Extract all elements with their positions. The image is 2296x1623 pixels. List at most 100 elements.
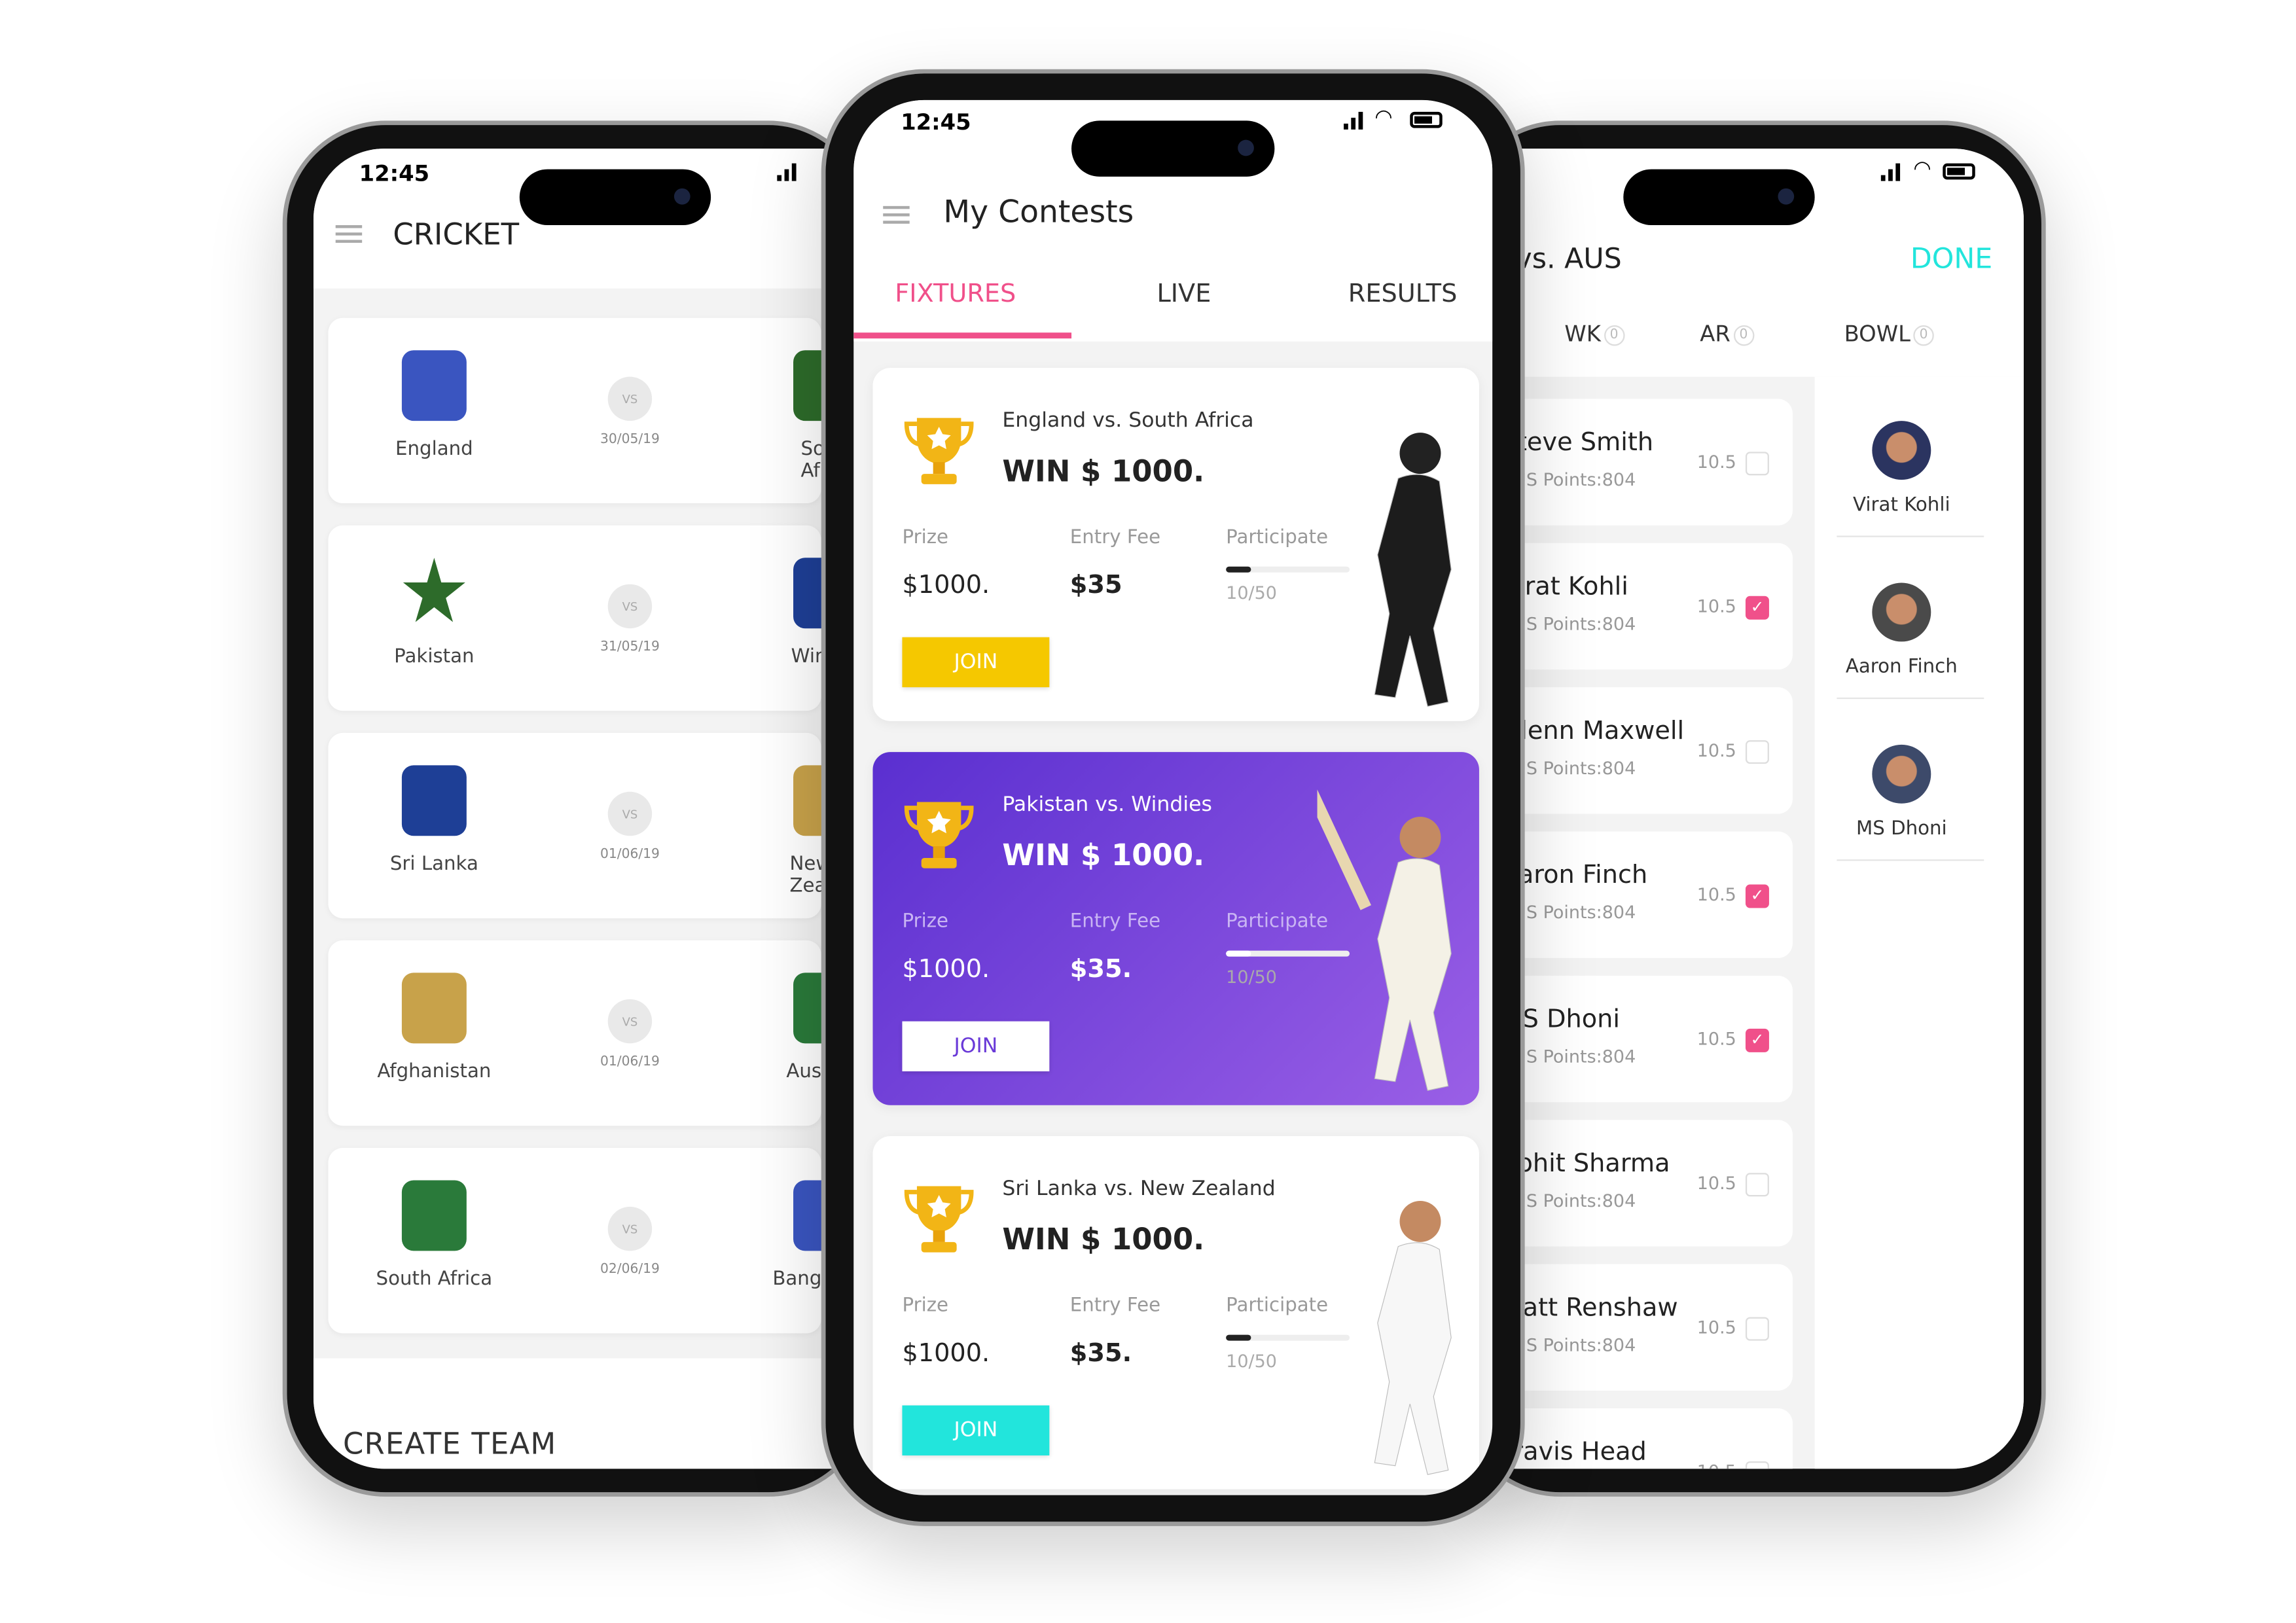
team-name: Afghanistan xyxy=(377,1061,492,1084)
tab-fixtures[interactable]: FIXTURES xyxy=(895,279,1016,309)
participant-count: 10/50 xyxy=(1226,967,1277,988)
join-button[interactable]: JOIN xyxy=(902,637,1050,688)
page-title: My Contests xyxy=(943,194,1134,230)
tab-results[interactable]: RESULTS xyxy=(1348,279,1458,309)
participate-label: Participate xyxy=(1226,910,1329,933)
create-team-heading[interactable]: CREATE TEAM xyxy=(343,1426,556,1461)
contest-card: Sri Lanka vs. New Zealand WIN $ 1000. Priz… xyxy=(872,1135,1479,1489)
team-name: Sri Lanka xyxy=(389,853,478,876)
entry-fee-value: $35. xyxy=(1069,1339,1132,1369)
contest-match: Pakistan vs. Windies xyxy=(1002,793,1212,817)
signal-icon xyxy=(777,163,797,181)
player-credits: 10.5 xyxy=(1696,1317,1736,1338)
match-card[interactable]: PakistanVS31/05/19Windies xyxy=(328,525,866,711)
prize-label: Prize xyxy=(902,910,949,933)
dynamic-island xyxy=(1071,120,1275,177)
selected-player-name: Virat Kohli xyxy=(1853,494,1950,517)
contest-win-amount: WIN $ 1000. xyxy=(1002,453,1205,489)
player-credits: 10.5 xyxy=(1696,740,1736,761)
entry-fee-label: Entry Fee xyxy=(1069,910,1161,933)
menu-icon[interactable] xyxy=(335,225,363,243)
contest-win-amount: WIN $ 1000. xyxy=(1002,1221,1205,1257)
entry-fee-value: $35 xyxy=(1069,571,1122,601)
cricketer-image xyxy=(1318,1166,1479,1489)
divider xyxy=(1837,859,1984,861)
participate-label: Participate xyxy=(1226,527,1329,549)
match-card[interactable]: South AfricaVS02/06/19Bangladesh xyxy=(328,1147,885,1334)
divider xyxy=(1837,535,1984,537)
dynamic-island xyxy=(519,169,711,226)
entry-fee-label: Entry Fee xyxy=(1069,527,1161,549)
player-checkbox[interactable]: ✓ xyxy=(1745,884,1769,908)
player-checkbox[interactable] xyxy=(1745,740,1769,764)
cricketer-image xyxy=(1318,397,1479,721)
team-name: South Africa xyxy=(376,1268,493,1291)
trophy-icon xyxy=(902,796,975,873)
tab-label: WK xyxy=(1564,321,1601,348)
match-date: 01/06/19 xyxy=(600,847,660,863)
match-date: 02/06/19 xyxy=(600,1262,660,1277)
tab-count-badge: 0 xyxy=(1913,324,1934,346)
vs-badge: VS xyxy=(607,584,653,629)
player-checkbox[interactable] xyxy=(1745,452,1769,476)
participate-label: Participate xyxy=(1226,1294,1329,1317)
selected-player-name: MS Dhoni xyxy=(1856,818,1947,841)
tab-live[interactable]: LIVE xyxy=(1157,279,1211,309)
signal-icon xyxy=(1880,163,1901,181)
match-date: 01/06/19 xyxy=(600,1055,660,1070)
vs-badge: VS xyxy=(607,791,653,836)
tab-count-badge: 0 xyxy=(1733,324,1754,346)
match-date: 31/05/19 xyxy=(600,640,660,655)
player-checkbox[interactable]: ✓ xyxy=(1745,1028,1769,1052)
cricketer-image xyxy=(1304,781,1479,1105)
status-time: 12:45 xyxy=(359,160,430,187)
player-credits: 10.5 xyxy=(1696,884,1736,905)
player-checkbox[interactable]: ✓ xyxy=(1745,596,1769,620)
player-credits: 10.5 xyxy=(1697,1461,1736,1469)
player-name: Glenn Maxwell xyxy=(1501,717,1685,747)
player-checkbox[interactable] xyxy=(1745,1173,1769,1197)
team-logo xyxy=(401,972,467,1044)
match-card[interactable]: Sri LankaVS01/06/19New Zealand xyxy=(328,732,868,919)
progress-fill xyxy=(1226,1334,1251,1341)
wifi-icon: ◠ xyxy=(1374,105,1393,130)
tab-label: BOWL xyxy=(1844,321,1910,348)
vs-badge: VS xyxy=(607,1206,653,1251)
prize-value: $1000. xyxy=(902,955,990,985)
match-card[interactable]: AfghanistanVS01/06/19Australia xyxy=(328,940,871,1126)
team-logo xyxy=(403,558,465,622)
player-checkbox[interactable] xyxy=(1745,1317,1769,1341)
done-button[interactable]: DONE xyxy=(1910,243,1993,275)
selected-player-name: Aaron Finch xyxy=(1845,656,1958,679)
signal-icon xyxy=(1344,111,1363,130)
tab-ar[interactable]: AR 0 xyxy=(1700,321,1754,348)
tab-label: AR xyxy=(1700,321,1731,348)
team-logo xyxy=(401,350,467,421)
phone-team-select: ◠ D vs. AUS DONE WK 0 AR 0 BOWL 0 Steve Smith… xyxy=(1417,120,2046,1497)
selected-panel: Virat Kohli Aaron Finch MS Dhoni xyxy=(1814,376,2024,1469)
player-avatar xyxy=(1872,421,1931,480)
player-credits: 10.5 xyxy=(1696,596,1736,617)
match-card[interactable]: EnglandVS30/05/19South Africa xyxy=(328,317,858,504)
participant-count: 10/50 xyxy=(1226,1351,1277,1372)
contests-screen: 12:45 ◠ My Contests FIXTURES LIVE RESULT… xyxy=(853,99,1493,1495)
divider xyxy=(1837,697,1984,700)
battery-icon xyxy=(1943,163,1975,180)
tab-bowl[interactable]: BOWL 0 xyxy=(1844,321,1934,348)
player-name: Rohit Sharma xyxy=(1501,1149,1670,1179)
contest-match: England vs. South Africa xyxy=(1002,409,1254,433)
menu-icon[interactable] xyxy=(883,205,910,224)
player-avatar xyxy=(1872,582,1931,642)
player-checkbox[interactable] xyxy=(1745,1461,1769,1469)
vs-badge: VS xyxy=(607,999,653,1044)
player-avatar xyxy=(1872,744,1931,804)
battery-icon xyxy=(1410,111,1443,128)
participant-count: 10/50 xyxy=(1226,582,1277,603)
join-button[interactable]: JOIN xyxy=(902,1405,1050,1455)
join-button[interactable]: JOIN xyxy=(902,1021,1050,1072)
trophy-icon xyxy=(902,412,975,489)
player-name: Matt Renshaw xyxy=(1501,1293,1678,1323)
player-credits: 10.5 xyxy=(1696,1173,1736,1194)
phone-contests: 12:45 ◠ My Contests FIXTURES LIVE RESULT… xyxy=(821,69,1525,1526)
tab-wk[interactable]: WK 0 xyxy=(1564,321,1624,348)
